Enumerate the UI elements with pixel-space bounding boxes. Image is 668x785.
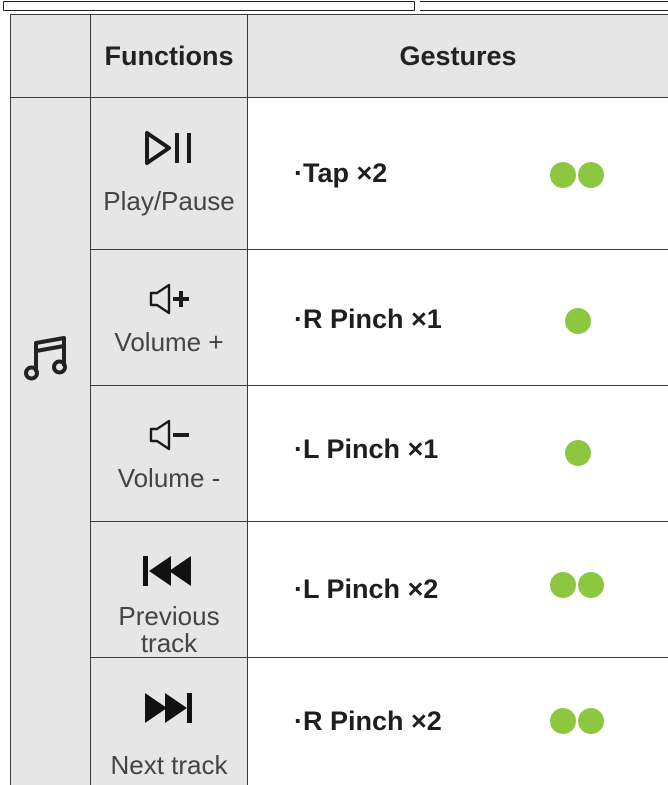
function-volume-down: Volume -	[91, 418, 247, 492]
column-divider	[247, 14, 248, 785]
gesture-text: ·L Pinch ×2	[294, 574, 439, 604]
volume-down-icon	[91, 418, 247, 457]
indicator-dots	[550, 572, 606, 598]
function-previous-track: Previous track	[91, 554, 247, 656]
indicator-dots	[550, 162, 606, 188]
volume-up-icon	[91, 282, 247, 321]
function-play-pause: Play/Pause	[91, 129, 247, 215]
function-next-track: Next track	[91, 691, 247, 779]
indicator-dots	[565, 440, 593, 466]
function-label: Volume -	[117, 463, 221, 493]
indicator-dots	[565, 308, 593, 334]
row-divider	[90, 249, 668, 250]
row-divider	[90, 385, 668, 386]
indicator-dot	[550, 162, 576, 188]
function-volume-up: Volume +	[91, 282, 247, 356]
function-label: Previous	[118, 601, 220, 631]
function-label: Next track	[110, 750, 228, 780]
indicator-dot	[565, 440, 591, 466]
indicator-dot	[565, 308, 591, 334]
play-pause-icon	[91, 129, 247, 172]
gestures-header: Gestures	[399, 41, 517, 71]
top-border-strip	[0, 0, 668, 14]
indicator-dot	[578, 162, 604, 188]
top-border-right	[420, 1, 668, 11]
function-label: track	[140, 627, 198, 658]
gesture-text: ·L Pinch ×1	[294, 434, 439, 464]
header-bottom-line	[10, 97, 668, 98]
function-label: Play/Pause	[103, 186, 235, 216]
indicator-dot	[578, 572, 604, 598]
next-track-icon	[91, 691, 247, 730]
function-label: Volume +	[114, 327, 224, 357]
gesture-table: Functions Gestures Play/Pause ·Tap ×2 Vo…	[10, 14, 668, 785]
gesture-text: ·R Pinch ×2	[294, 706, 442, 736]
functions-header: Functions	[104, 41, 234, 71]
indicator-dots	[550, 708, 606, 734]
category-column-background	[10, 97, 90, 785]
indicator-dot	[578, 708, 604, 734]
gesture-text: ·R Pinch ×1	[294, 304, 442, 334]
table-top-line	[10, 14, 668, 15]
indicator-dot	[550, 572, 576, 598]
previous-track-icon	[91, 554, 247, 593]
music-note-icon	[24, 334, 74, 389]
indicator-dot	[550, 708, 576, 734]
row-divider	[90, 521, 668, 522]
table-left-line	[10, 14, 11, 785]
top-border-left	[3, 1, 415, 11]
gesture-text: ·Tap ×2	[294, 158, 388, 188]
